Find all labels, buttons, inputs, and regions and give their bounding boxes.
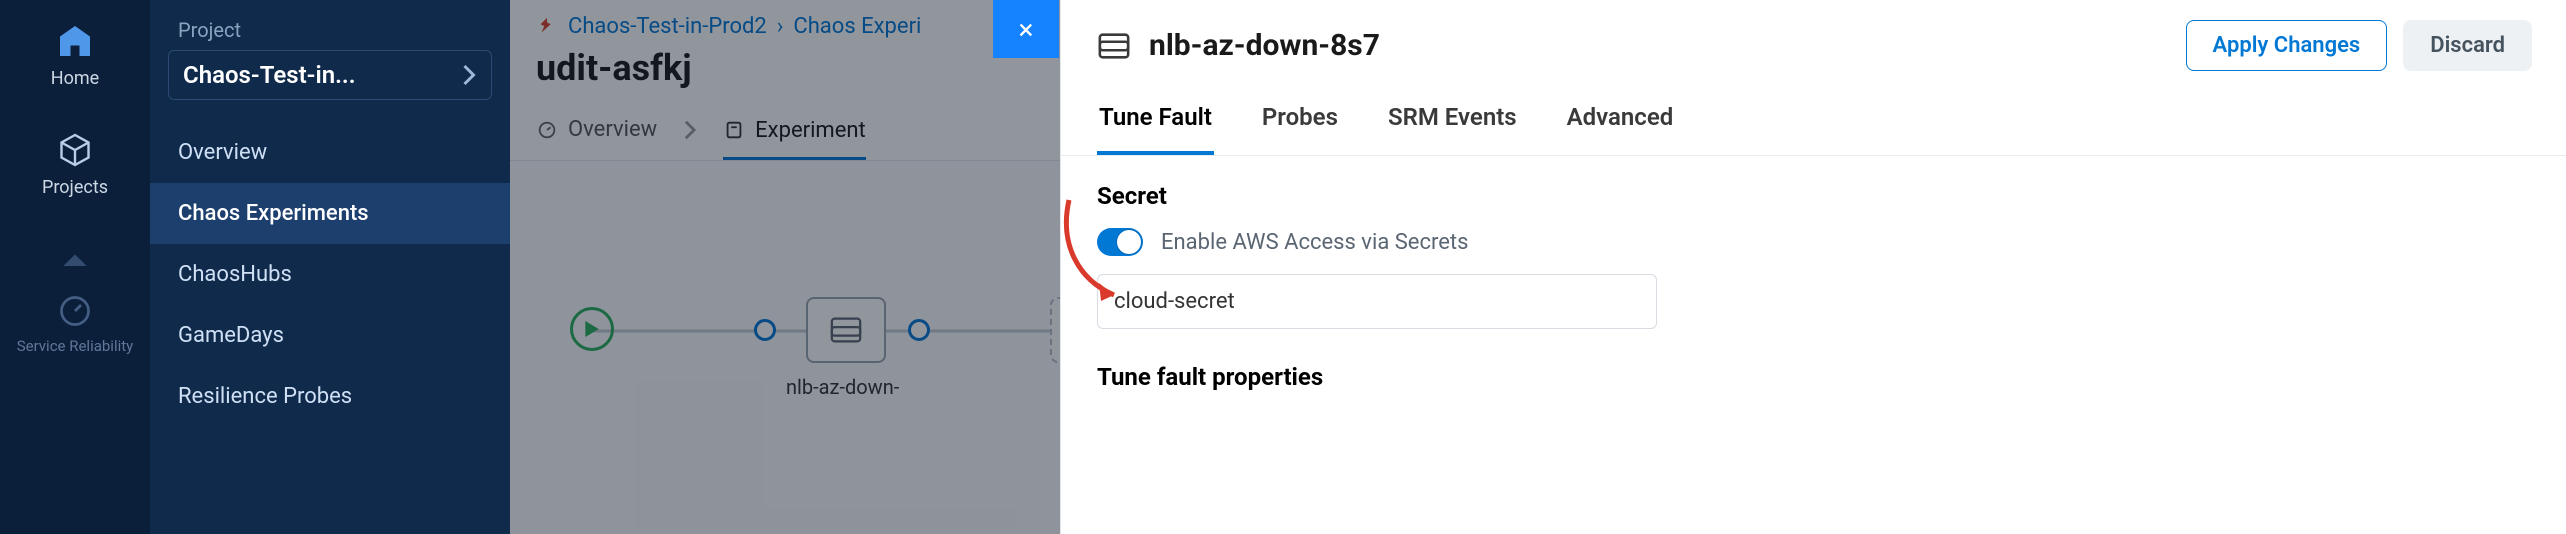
flow-start-node[interactable] (570, 307, 614, 351)
fault-panel: nlb-az-down-8s7 Apply Changes Discard Tu… (1060, 0, 2566, 534)
sidebar-item-chaoshubs[interactable]: ChaosHubs (150, 244, 510, 305)
secret-name-input[interactable] (1097, 274, 1657, 329)
section-heading-secret: Secret (1097, 182, 2530, 210)
project-name: Chaos-Test-in... (183, 61, 356, 89)
discard-button[interactable]: Discard (2403, 20, 2532, 71)
home-icon (54, 20, 96, 62)
chevron-right-icon (461, 63, 477, 87)
close-icon: × (1019, 13, 1034, 46)
flow-node[interactable] (806, 297, 886, 363)
sidebar-heading: Project (150, 18, 510, 42)
stacks-icon (1097, 31, 1131, 61)
panel-tab-tune-fault[interactable]: Tune Fault (1097, 87, 1214, 155)
rail-item-home[interactable]: Home (51, 20, 99, 89)
flow-node-dot[interactable] (908, 319, 930, 341)
secret-toggle-row: Enable AWS Access via Secrets (1097, 228, 2530, 256)
panel-tabs: Tune Fault Probes SRM Events Advanced (1061, 87, 2566, 156)
sidebar-item-overview[interactable]: Overview (150, 122, 510, 183)
breadcrumb-item[interactable]: Chaos Experi (793, 14, 921, 39)
panel-tab-srm-events[interactable]: SRM Events (1386, 87, 1519, 155)
sidebar-item-chaos-experiments[interactable]: Chaos Experiments (150, 183, 510, 244)
nav-rail: Home Projects Service Reliability (0, 0, 150, 534)
panel-actions: Apply Changes Discard (2186, 20, 2532, 71)
sidebar: Project Chaos-Test-in... Overview Chaos … (150, 0, 510, 534)
cube-icon (54, 129, 96, 171)
panel-close-button[interactable]: × (993, 0, 1059, 58)
gauge-icon (54, 290, 96, 332)
enable-aws-secrets-toggle[interactable] (1097, 228, 1143, 256)
rail-item-label: Home (51, 68, 99, 89)
flow-node-dot[interactable] (754, 319, 776, 341)
breadcrumb-separator: › (777, 14, 784, 39)
section-heading-properties: Tune fault properties (1097, 363, 2530, 391)
chevron-up-icon (54, 238, 96, 280)
rail-item-label: Service Reliability (17, 338, 134, 355)
panel-tab-probes[interactable]: Probes (1260, 87, 1340, 155)
dial-icon (536, 119, 558, 141)
chaos-icon (536, 16, 558, 38)
panel-header: nlb-az-down-8s7 Apply Changes Discard (1061, 0, 2566, 87)
breadcrumb-item[interactable]: Chaos-Test-in-Prod2 (568, 14, 767, 39)
project-selector[interactable]: Chaos-Test-in... (168, 50, 492, 100)
subtab-separator (683, 119, 697, 141)
rail-item-label: Projects (42, 177, 108, 198)
subtab-experiment[interactable]: Experiment (723, 118, 866, 160)
subtab-label: Experiment (755, 118, 866, 143)
sidebar-item-gamedays[interactable]: GameDays (150, 305, 510, 366)
sidebar-item-resilience-probes[interactable]: Resilience Probes (150, 366, 510, 427)
rail-item-service-reliability[interactable]: Service Reliability (17, 290, 134, 355)
subtab-label: Overview (568, 117, 657, 142)
subtab-overview[interactable]: Overview (536, 117, 657, 142)
toggle-label: Enable AWS Access via Secrets (1161, 230, 1468, 255)
flow-node-caption: nlb-az-down- (786, 375, 899, 399)
panel-tab-advanced[interactable]: Advanced (1565, 87, 1676, 155)
rail-item-projects[interactable]: Projects (42, 129, 108, 198)
panel-title: nlb-az-down-8s7 (1149, 28, 1380, 63)
rail-item-up[interactable] (54, 238, 96, 280)
flask-icon (723, 119, 745, 141)
panel-body: Secret Enable AWS Access via Secrets Tun… (1061, 156, 2566, 417)
apply-changes-button[interactable]: Apply Changes (2186, 20, 2388, 71)
